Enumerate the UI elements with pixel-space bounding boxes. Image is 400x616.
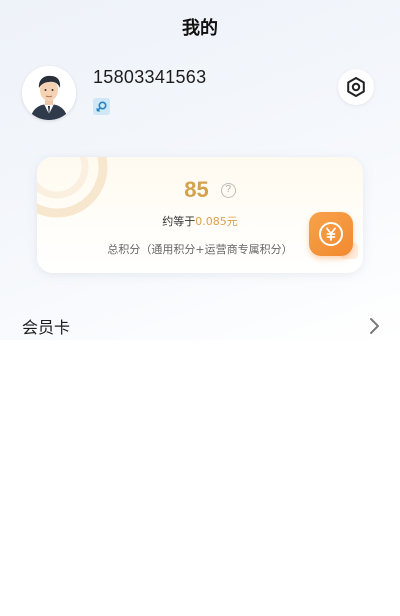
- member-card-label: 会员卡: [22, 318, 71, 337]
- approx-prefix: 约等于: [162, 215, 196, 228]
- points-card[interactable]: 85 ? 约等于0.085元 总积分（通用积分+运营商专属积分）: [37, 157, 363, 273]
- yuan-coin-icon: [319, 222, 343, 246]
- menu-item-member-card[interactable]: 会员卡: [0, 306, 400, 346]
- male-avatar-icon: [22, 66, 76, 120]
- settings-button[interactable]: [338, 69, 374, 105]
- user-phone-number: 15803341563: [93, 67, 207, 87]
- page-title: 我的: [182, 18, 218, 39]
- chevron-right-icon: [370, 318, 379, 334]
- points-redeem-button[interactable]: [309, 212, 353, 256]
- male-gender-icon: [93, 98, 110, 115]
- settings-icon: [347, 77, 365, 97]
- avatar[interactable]: [22, 66, 76, 120]
- points-value: 85: [184, 177, 209, 202]
- help-icon[interactable]: ?: [220, 182, 236, 198]
- approx-money: 0.085元: [195, 215, 238, 228]
